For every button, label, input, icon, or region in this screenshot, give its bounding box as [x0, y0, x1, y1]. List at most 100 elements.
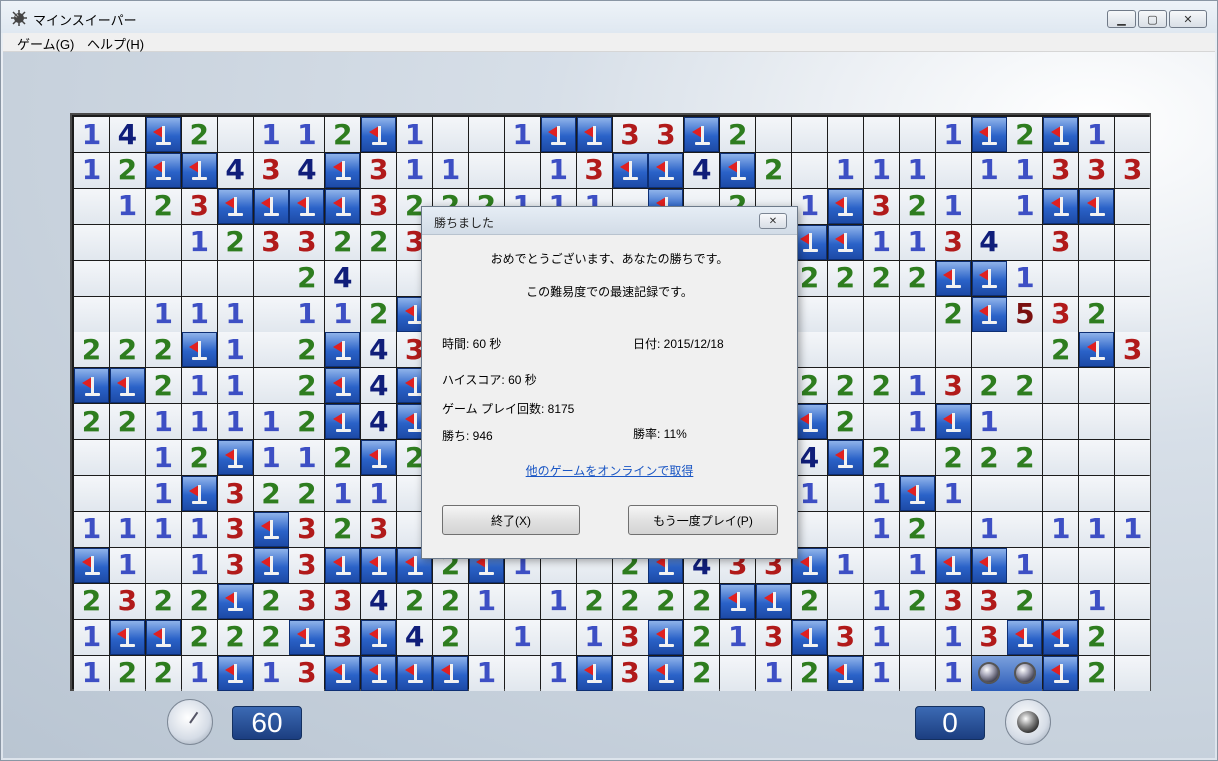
- number-cell[interactable]: 4: [397, 619, 433, 655]
- number-cell[interactable]: 2: [325, 224, 361, 260]
- flag-cell[interactable]: [289, 188, 325, 224]
- empty-cell[interactable]: [1115, 619, 1151, 655]
- empty-cell[interactable]: [1007, 511, 1043, 547]
- number-cell[interactable]: 3: [361, 511, 397, 547]
- number-cell[interactable]: 3: [289, 547, 325, 583]
- number-cell[interactable]: 2: [971, 440, 1007, 476]
- empty-cell[interactable]: [74, 188, 109, 224]
- number-cell[interactable]: 3: [325, 583, 361, 619]
- number-cell[interactable]: 1: [74, 152, 109, 188]
- number-cell[interactable]: 1: [1079, 511, 1115, 547]
- flag-cell[interactable]: [145, 619, 181, 655]
- flag-cell[interactable]: [361, 619, 397, 655]
- number-cell[interactable]: 1: [468, 583, 504, 619]
- flag-cell[interactable]: [1043, 188, 1079, 224]
- number-cell[interactable]: 2: [684, 583, 720, 619]
- number-cell[interactable]: 2: [899, 511, 935, 547]
- empty-cell[interactable]: [109, 260, 145, 296]
- number-cell[interactable]: 1: [971, 404, 1007, 440]
- flag-cell[interactable]: [1043, 655, 1079, 691]
- number-cell[interactable]: 3: [289, 655, 325, 691]
- number-cell[interactable]: 2: [289, 368, 325, 404]
- number-cell[interactable]: 1: [145, 404, 181, 440]
- number-cell[interactable]: 1: [1115, 511, 1151, 547]
- empty-cell[interactable]: [1115, 117, 1151, 152]
- number-cell[interactable]: 2: [217, 224, 253, 260]
- number-cell[interactable]: 3: [971, 619, 1007, 655]
- flag-cell[interactable]: [397, 655, 433, 691]
- empty-cell[interactable]: [1079, 260, 1115, 296]
- flag-cell[interactable]: [325, 332, 361, 368]
- number-cell[interactable]: 1: [361, 476, 397, 511]
- exit-button[interactable]: 終了(X): [442, 505, 580, 535]
- number-cell[interactable]: 3: [217, 476, 253, 511]
- empty-cell[interactable]: [1043, 368, 1079, 404]
- number-cell[interactable]: 4: [971, 224, 1007, 260]
- number-cell[interactable]: 3: [971, 583, 1007, 619]
- flag-cell[interactable]: [361, 547, 397, 583]
- number-cell[interactable]: 4: [361, 404, 397, 440]
- empty-cell[interactable]: [1043, 404, 1079, 440]
- empty-cell[interactable]: [504, 152, 540, 188]
- empty-cell[interactable]: [1079, 476, 1115, 511]
- number-cell[interactable]: 2: [433, 583, 468, 619]
- number-cell[interactable]: 2: [145, 368, 181, 404]
- number-cell[interactable]: 1: [289, 296, 325, 332]
- menu-help[interactable]: ヘルプ(H): [87, 34, 144, 53]
- dialog-title-bar[interactable]: 勝ちました ✕: [422, 207, 797, 235]
- number-cell[interactable]: 1: [253, 117, 289, 152]
- empty-cell[interactable]: [899, 619, 935, 655]
- flag-cell[interactable]: [181, 332, 217, 368]
- number-cell[interactable]: 1: [863, 476, 899, 511]
- empty-cell[interactable]: [899, 117, 935, 152]
- flag-cell[interactable]: [325, 404, 361, 440]
- empty-cell[interactable]: [899, 332, 935, 368]
- empty-cell[interactable]: [935, 332, 971, 368]
- flag-cell[interactable]: [648, 619, 684, 655]
- title-bar[interactable]: マインスイーパー ▁ ▢ ✕: [1, 1, 1217, 33]
- number-cell[interactable]: 2: [1079, 655, 1115, 691]
- number-cell[interactable]: 2: [145, 188, 181, 224]
- number-cell[interactable]: 1: [181, 296, 217, 332]
- number-cell[interactable]: 1: [181, 547, 217, 583]
- empty-cell[interactable]: [1115, 224, 1151, 260]
- number-cell[interactable]: 3: [612, 619, 648, 655]
- number-cell[interactable]: 2: [1007, 117, 1043, 152]
- number-cell[interactable]: 2: [863, 440, 899, 476]
- number-cell[interactable]: 1: [109, 511, 145, 547]
- number-cell[interactable]: 2: [576, 583, 612, 619]
- flag-cell[interactable]: [792, 619, 827, 655]
- flag-cell[interactable]: [433, 655, 468, 691]
- number-cell[interactable]: 1: [1079, 583, 1115, 619]
- flag-cell[interactable]: [540, 117, 576, 152]
- number-cell[interactable]: 2: [74, 332, 109, 368]
- empty-cell[interactable]: [827, 583, 863, 619]
- empty-cell[interactable]: [1007, 332, 1043, 368]
- flag-cell[interactable]: [827, 440, 863, 476]
- number-cell[interactable]: 2: [1007, 368, 1043, 404]
- number-cell[interactable]: 1: [253, 404, 289, 440]
- flag-cell[interactable]: [361, 440, 397, 476]
- number-cell[interactable]: 2: [935, 440, 971, 476]
- flag-cell[interactable]: [217, 655, 253, 691]
- flag-cell[interactable]: [971, 260, 1007, 296]
- close-button[interactable]: ✕: [1169, 10, 1207, 28]
- number-cell[interactable]: 1: [504, 619, 540, 655]
- empty-cell[interactable]: [145, 260, 181, 296]
- empty-cell[interactable]: [899, 296, 935, 332]
- number-cell[interactable]: 1: [899, 404, 935, 440]
- empty-cell[interactable]: [1115, 260, 1151, 296]
- number-cell[interactable]: 2: [181, 619, 217, 655]
- number-cell[interactable]: 2: [756, 152, 792, 188]
- number-cell[interactable]: 1: [971, 511, 1007, 547]
- number-cell[interactable]: 3: [863, 188, 899, 224]
- number-cell[interactable]: 3: [935, 224, 971, 260]
- number-cell[interactable]: 1: [397, 152, 433, 188]
- empty-cell[interactable]: [1115, 476, 1151, 511]
- flag-cell[interactable]: [1043, 619, 1079, 655]
- number-cell[interactable]: 3: [756, 619, 792, 655]
- number-cell[interactable]: 1: [1007, 152, 1043, 188]
- empty-cell[interactable]: [74, 260, 109, 296]
- number-cell[interactable]: 2: [181, 440, 217, 476]
- flag-cell[interactable]: [899, 476, 935, 511]
